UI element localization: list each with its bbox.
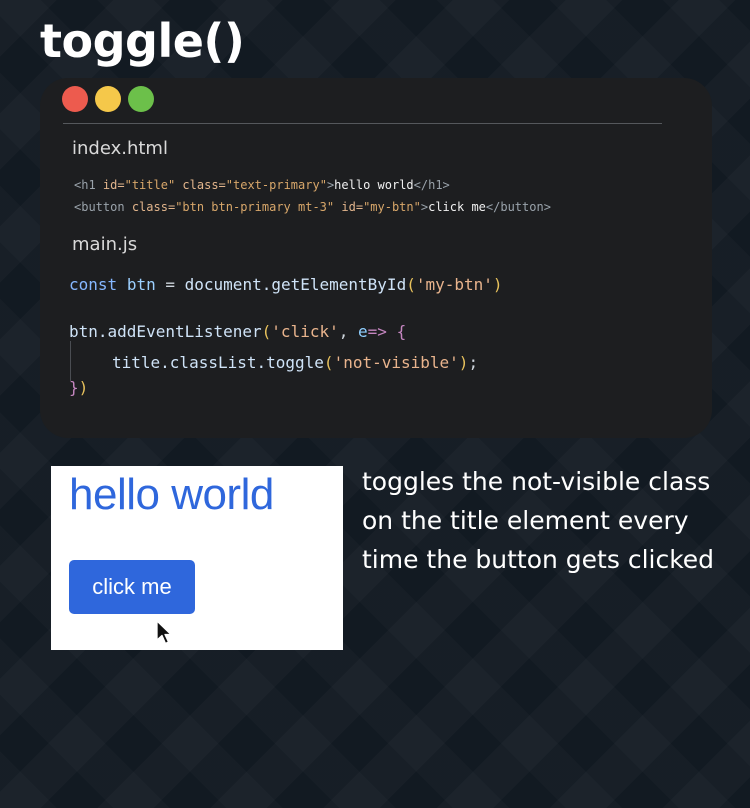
- click-me-button[interactable]: click me: [69, 560, 195, 614]
- token: class=: [182, 178, 226, 192]
- token: class=: [131, 200, 176, 214]
- js-code-line-1: const btn = document.getElementById('my-…: [69, 275, 503, 294]
- token: "my-btn": [363, 200, 421, 214]
- token: e: [358, 322, 368, 341]
- token: (: [323, 353, 334, 372]
- demo-heading: hello world: [69, 470, 274, 519]
- token: "btn btn-primary mt-3": [175, 200, 335, 214]
- token: btn.addEventListener: [69, 322, 262, 341]
- js-code-line-2: btn.addEventListener('click', e=> {: [69, 322, 406, 341]
- window-minimize-dot: [95, 86, 121, 112]
- token: 'my-btn': [415, 275, 493, 294]
- token: ): [492, 275, 503, 294]
- page-title: toggle(): [40, 14, 245, 68]
- token: >: [420, 200, 429, 214]
- token: id=: [102, 178, 125, 192]
- html-code-line-1: <h1 id="title" class="text-primary">hell…: [74, 178, 450, 192]
- token: (: [261, 322, 272, 341]
- token: ,: [338, 322, 349, 341]
- token: title.classList.toggle: [112, 353, 324, 372]
- caption-text: toggles the not-visible class on the tit…: [362, 467, 715, 574]
- token: (: [406, 275, 416, 294]
- token: hello world: [334, 178, 414, 192]
- token: const: [69, 275, 118, 294]
- html-file-name: index.html: [72, 138, 168, 159]
- js-file-name: main.js: [72, 234, 138, 255]
- token: "title": [124, 178, 176, 192]
- indent-guide: [70, 341, 71, 381]
- demo-preview: hello world click me: [51, 466, 343, 650]
- token: ): [458, 353, 469, 372]
- token: click me: [428, 200, 486, 214]
- token: document.getElementById: [184, 275, 407, 294]
- window-maximize-dot: [128, 86, 154, 112]
- token: </h1>: [413, 178, 450, 192]
- token: 'not-visible': [333, 353, 459, 372]
- window-close-dot: [62, 86, 88, 112]
- window-divider: [63, 123, 662, 124]
- token: ;: [468, 353, 479, 372]
- token: {: [396, 322, 407, 341]
- token: </button>: [485, 200, 551, 214]
- token: =: [165, 275, 175, 294]
- token: 'click': [271, 322, 339, 341]
- code-window: index.html <h1 id="title" class="text-pr…: [40, 78, 712, 438]
- token: h1: [81, 178, 96, 192]
- token: id=: [341, 200, 364, 214]
- token: btn: [126, 275, 156, 294]
- token: button: [81, 200, 125, 214]
- js-code-line-3: title.classList.toggle('not-visible');: [112, 353, 478, 372]
- mouse-cursor-icon: [156, 620, 172, 645]
- html-code-line-2: <button class="btn btn-primary mt-3" id=…: [74, 200, 551, 214]
- js-code-line-4: }): [69, 378, 88, 397]
- token: "text-primary": [225, 178, 327, 192]
- token: }: [69, 378, 79, 397]
- token: =>: [367, 322, 387, 341]
- token: ): [78, 378, 89, 397]
